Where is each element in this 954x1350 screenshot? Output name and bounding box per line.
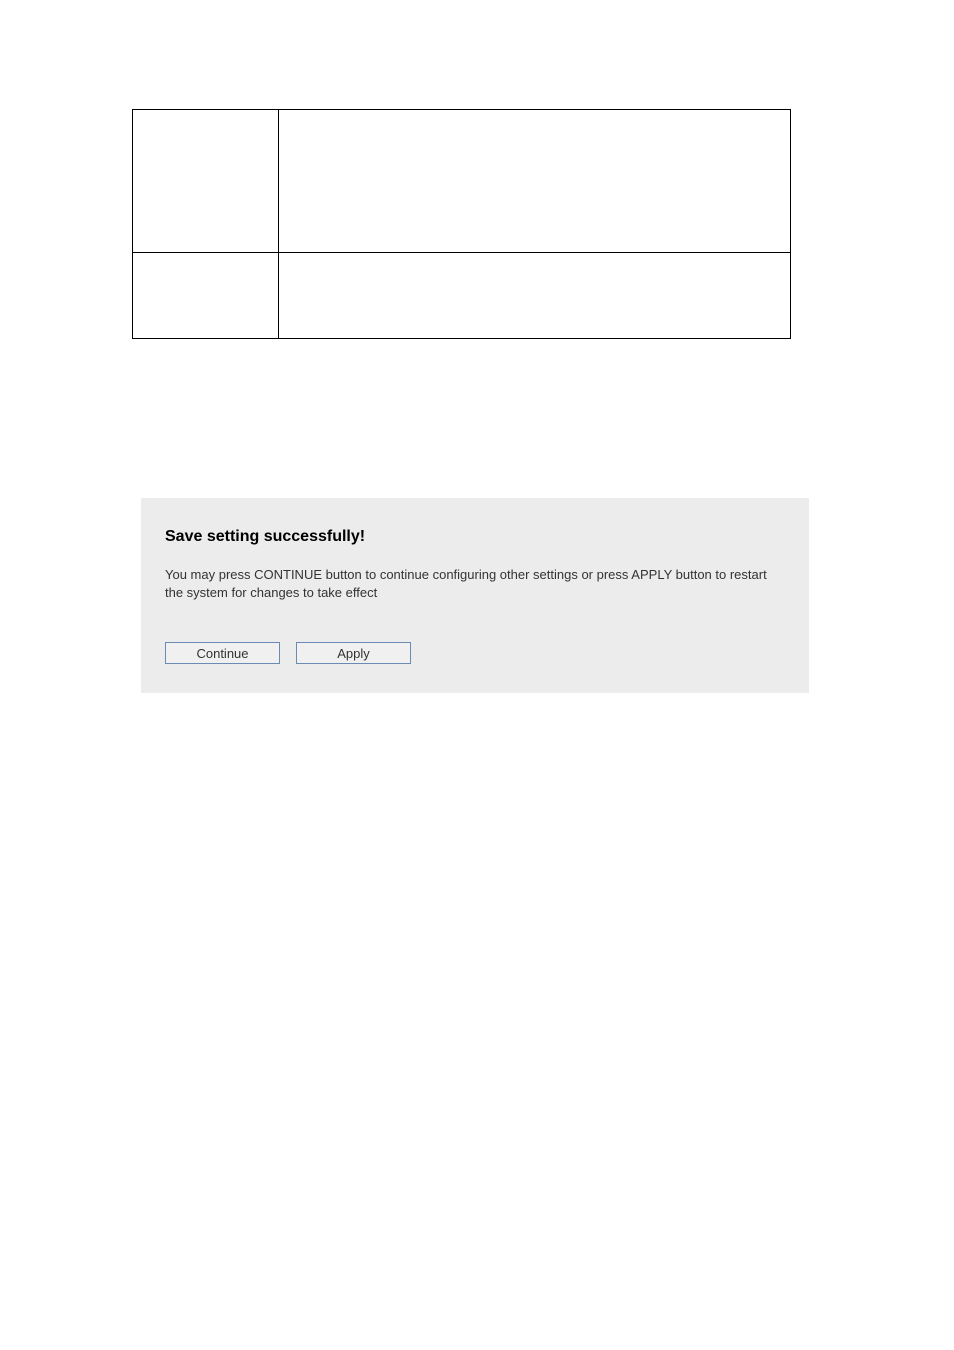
panel-message: You may press CONTINUE button to continu… xyxy=(165,566,775,602)
table-row xyxy=(133,253,790,338)
apply-button[interactable]: Apply xyxy=(296,642,411,664)
table-cell-left xyxy=(133,110,279,252)
table-cell-right xyxy=(279,110,790,252)
panel-title: Save setting successfully! xyxy=(165,528,785,546)
settings-table xyxy=(132,109,791,339)
button-row: Continue Apply xyxy=(165,642,785,664)
table-row xyxy=(133,110,790,253)
table-cell-right xyxy=(279,253,790,338)
continue-button[interactable]: Continue xyxy=(165,642,280,664)
table-cell-left xyxy=(133,253,279,338)
confirmation-panel: Save setting successfully! You may press… xyxy=(141,498,809,693)
